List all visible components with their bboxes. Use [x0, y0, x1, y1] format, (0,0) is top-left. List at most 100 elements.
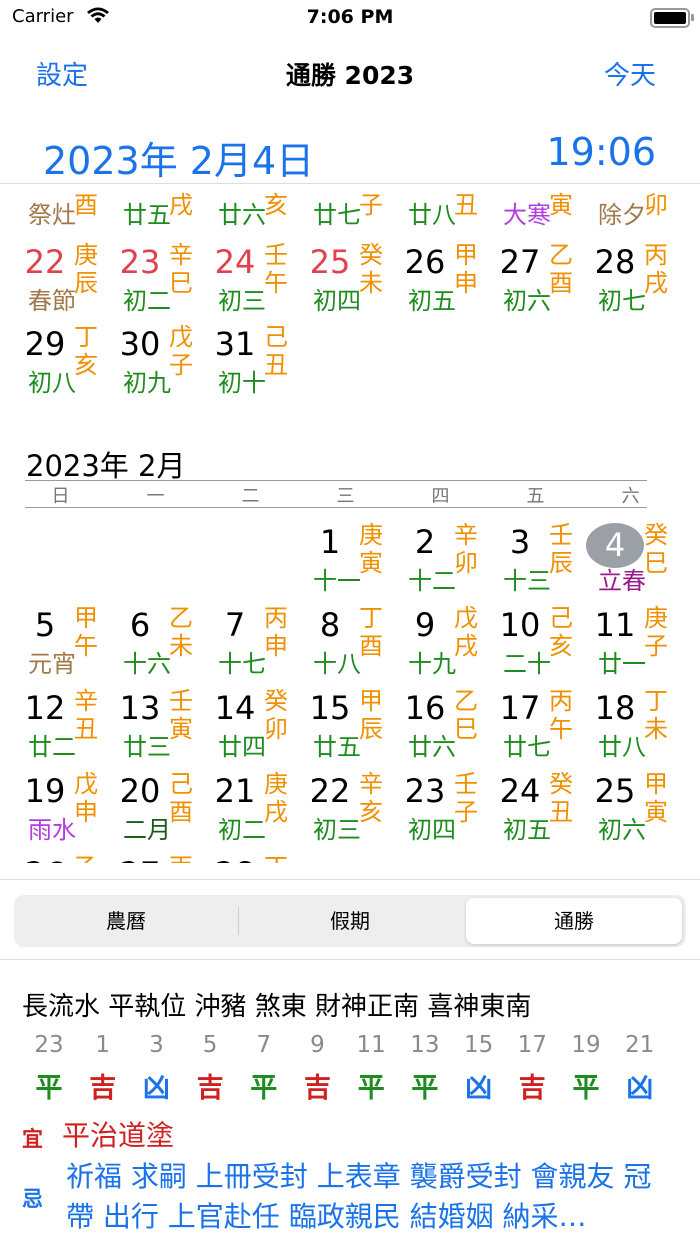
ganzhi: 甲午 — [74, 604, 98, 660]
ganzhi: 癸巳 — [644, 521, 668, 577]
yi-text: 平治道塗 — [62, 1119, 175, 1152]
day-cell[interactable]: 11 廿一 庚子 — [586, 578, 681, 678]
ganzhi: 甲寅 — [644, 770, 668, 826]
day-cell[interactable]: 8 十八 丁酉 — [301, 578, 396, 678]
day-cell[interactable]: 17 廿七 丙午 — [491, 661, 586, 761]
hour-number: 11 — [356, 1032, 386, 1058]
hour-luck: 吉 — [196, 1073, 224, 1104]
ganzhi: 丙午 — [549, 687, 573, 743]
day-cell[interactable]: 26乙 — [16, 827, 111, 863]
day-cell[interactable]: 25 初四 癸未 — [301, 215, 396, 315]
day-number: 24 — [499, 772, 541, 810]
ganzhi: 己亥 — [549, 604, 573, 660]
ji-label: 忌 — [22, 1187, 43, 1211]
ganzhi: 甲申 — [454, 241, 478, 297]
segment-lunar[interactable]: 農曆 — [14, 895, 238, 947]
ji-text: 祈福 求嗣 上冊受封 上表章 襲爵受封 會親友 冠帶 出行 上官赴任 臨政親民 … — [66, 1160, 652, 1233]
ganzhi: 丁酉 — [359, 604, 383, 660]
hour-luck: 吉 — [304, 1073, 331, 1104]
ganzhi: 庚辰 — [74, 241, 98, 297]
weekday-header: 日 — [51, 486, 70, 507]
ganzhi: 癸未 — [359, 241, 383, 297]
day-number: 18 — [594, 689, 636, 727]
day-cell[interactable]: 30 初九 戊子 — [111, 297, 206, 397]
weekday-header: 一 — [146, 486, 165, 507]
day-cell[interactable]: 14 廿四 癸卯 — [206, 661, 301, 761]
ganzhi: 乙 — [72, 853, 100, 863]
ganzhi: 丙申 — [264, 604, 288, 660]
day-cell[interactable]: 15 廿五 甲辰 — [301, 661, 396, 761]
day-number: 13 — [119, 689, 161, 727]
today-button[interactable]: 今天 — [604, 55, 656, 92]
day-cell[interactable]: 23 初二 辛巳 — [111, 215, 206, 315]
mode-segmented-control[interactable]: 農曆 假期 通勝 — [14, 895, 686, 947]
divider — [0, 879, 700, 880]
hour-number: 7 — [256, 1032, 272, 1058]
segment-holidays[interactable]: 假期 — [238, 895, 462, 947]
day-number: 22 — [24, 243, 66, 281]
day-cell[interactable]: 3 十三 壬辰 — [491, 495, 586, 595]
day-cell[interactable]: 20 二月 己酉 — [111, 744, 206, 844]
day-cell[interactable]: 19 雨水 戊申 — [16, 744, 111, 844]
day-cell[interactable]: 26 初五 甲申 — [396, 215, 491, 315]
day-cell[interactable]: 2 十二 辛卯 — [396, 495, 491, 595]
day-number: 26 — [404, 243, 446, 281]
day-cell[interactable]: 27 初六 乙酉 — [491, 215, 586, 315]
day-cell[interactable]: 16 廿六 乙巳 — [396, 661, 491, 761]
day-cell[interactable]: 31 初十 己丑 — [206, 297, 301, 397]
ganzhi: 壬寅 — [169, 687, 193, 743]
day-cell[interactable]: 29 初八 丁亥 — [16, 297, 111, 397]
day-number: 16 — [404, 689, 446, 727]
hour-number: 19 — [571, 1032, 601, 1058]
ganzhi: 癸丑 — [549, 770, 573, 826]
day-number: 14 — [214, 689, 256, 727]
ganzhi: 癸卯 — [264, 687, 288, 743]
divider — [0, 959, 700, 960]
day-number: 1 — [319, 523, 341, 561]
day-number: 25 — [594, 772, 636, 810]
day-number: 26 — [16, 855, 74, 863]
day-cell[interactable]: 21 初二 庚戌 — [206, 744, 301, 844]
day-cell[interactable]: 28丁 — [206, 827, 301, 863]
day-cell[interactable]: 24 初五 癸丑 — [491, 744, 586, 844]
day-number: 21 — [214, 772, 256, 810]
day-number: 19 — [24, 772, 66, 810]
ganzhi: 乙巳 — [454, 687, 478, 743]
hour-luck: 凶 — [626, 1073, 654, 1104]
yi-label: 宜 — [22, 1127, 43, 1151]
day-cell[interactable]: 22 初三 辛亥 — [301, 744, 396, 844]
day-number: 11 — [594, 606, 636, 644]
day-cell[interactable]: 9 十九 戊戌 — [396, 578, 491, 678]
segment-almanac[interactable]: 通勝 — [466, 898, 682, 944]
day-cell[interactable]: 1 十一 庚寅 — [301, 495, 396, 595]
calendar-scroll[interactable]: 2023年 2月 祭灶酉廿五戌廿六亥廿七子廿八丑大寒寅除夕卯 22 春節 庚辰 23 初二… — [0, 185, 700, 863]
day-cell[interactable]: 10 二十 己亥 — [491, 578, 586, 678]
day-cell[interactable]: 24 初三 壬午 — [206, 215, 301, 315]
ganzhi: 辛巳 — [169, 241, 193, 297]
day-number: 23 — [404, 772, 446, 810]
ganzhi: 丁未 — [644, 687, 668, 743]
clock: 7:06 PM — [306, 6, 394, 28]
day-cell[interactable]: 23 初四 壬子 — [396, 744, 491, 844]
hour-number: 23 — [34, 1032, 64, 1058]
day-cell[interactable]: 4 立春 癸巳 — [586, 495, 681, 595]
hour-luck: 平 — [250, 1073, 278, 1104]
day-number: 28 — [594, 243, 636, 281]
day-cell[interactable]: 27丙 — [111, 827, 206, 863]
day-cell[interactable]: 6 十六 乙未 — [111, 578, 206, 678]
hour-number: 1 — [95, 1032, 110, 1058]
ganzhi: 丁亥 — [74, 323, 98, 379]
day-cell[interactable]: 28 初七 丙戌 — [586, 215, 681, 315]
day-number: 30 — [119, 325, 161, 363]
day-cell[interactable]: 13 廿三 壬寅 — [111, 661, 206, 761]
selected-date: 2023年 2月4日 — [43, 139, 315, 183]
day-cell[interactable]: 12 廿二 辛丑 — [16, 661, 111, 761]
day-cell[interactable]: 18 廿八 丁未 — [586, 661, 681, 761]
day-number: 28 — [206, 855, 264, 863]
day-cell[interactable]: 7 十七 丙申 — [206, 578, 301, 678]
ganzhi: 戊申 — [74, 770, 98, 826]
hour-luck: 平 — [357, 1073, 385, 1104]
day-cell[interactable]: 22 春節 庚辰 — [16, 215, 111, 315]
day-cell[interactable]: 5 元宵 甲午 — [16, 578, 111, 678]
day-cell[interactable]: 25 初六 甲寅 — [586, 744, 681, 844]
